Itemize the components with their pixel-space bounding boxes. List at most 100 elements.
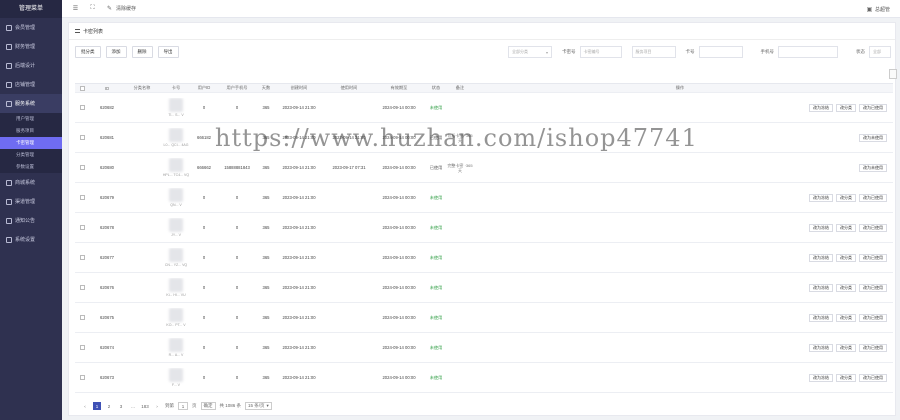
goto-page-input[interactable]: 1	[178, 402, 188, 410]
row-action-button[interactable]: 改为冻结	[809, 223, 833, 232]
sidebar-item-service[interactable]: 服务系统	[0, 94, 62, 113]
phone-input[interactable]	[778, 46, 838, 58]
row-action-button[interactable]: 改为已使用	[859, 313, 887, 322]
table-row: 620678 JY... V 0 0 365 2023-09-14 21:00 2024-0…	[75, 213, 893, 243]
row-action-button[interactable]: 改为已使用	[859, 283, 887, 292]
header-category: 分类名称	[133, 85, 151, 90]
row-action-button[interactable]: 改为未使用	[859, 163, 887, 172]
admin-menu[interactable]: ▣ 总超管	[866, 0, 890, 18]
mall-icon	[6, 179, 12, 186]
row-action-button[interactable]: 改为已使用	[859, 103, 887, 112]
row-checkbox[interactable]	[75, 345, 89, 350]
sidebar-item-store[interactable]: 店铺管理	[0, 75, 62, 94]
clear-cache-link[interactable]: 清除缓存	[116, 5, 136, 12]
row-action-button[interactable]: 改为已使用	[859, 193, 887, 202]
fullscreen-icon[interactable]: ⛶	[89, 5, 96, 12]
row-checkbox[interactable]	[75, 285, 89, 290]
cardno-input[interactable]	[698, 46, 743, 58]
page-2[interactable]: 2	[105, 402, 113, 410]
status-badge: 已使用	[429, 134, 443, 140]
goto-confirm-button[interactable]: 确定	[200, 402, 216, 410]
cell-id: 620682	[100, 105, 114, 110]
row-action-button[interactable]: 改为已使用	[859, 343, 887, 352]
sidebar-title: 管理菜单	[0, 0, 62, 18]
row-checkbox[interactable]	[75, 195, 89, 200]
row-checkbox[interactable]	[75, 165, 89, 170]
sidebar-item-design[interactable]: 后端设计	[0, 56, 62, 75]
header-expire[interactable]: 有效期至	[373, 85, 425, 91]
row-action-button[interactable]: 改为冻结	[809, 343, 833, 352]
cell-uid: 0	[202, 285, 206, 290]
row-checkbox[interactable]	[75, 225, 89, 230]
sidebar-subitem[interactable]: 卡密管理	[0, 137, 62, 149]
header-id[interactable]: ID	[89, 86, 125, 91]
batch-category-button[interactable]: 批分类	[75, 46, 101, 58]
page-size-select[interactable]: 15 条/页 ▾	[245, 402, 272, 410]
row-actions: 改为未使用	[473, 133, 893, 142]
row-checkbox[interactable]	[75, 375, 89, 380]
row-action-button[interactable]: 改为冻结	[809, 283, 833, 292]
sidebar-subitem[interactable]: 服务项目	[0, 125, 62, 137]
card-number: CN... YZ... VQ	[164, 263, 188, 267]
row-action-button[interactable]: 改分类	[836, 373, 856, 382]
row-action-button[interactable]: 改分类	[836, 103, 856, 112]
sidebar-item-wallet[interactable]: 财务管理	[0, 37, 62, 56]
row-action-button[interactable]: 改为已使用	[859, 373, 887, 382]
row-action-button[interactable]: 改分类	[836, 313, 856, 322]
row-action-button[interactable]: 改为未使用	[859, 133, 887, 142]
page-last[interactable]: 183	[141, 402, 149, 410]
row-action-button[interactable]: 改为冻结	[809, 313, 833, 322]
cell-used: 2023-09-14 21:00	[332, 135, 366, 140]
row-action-button[interactable]: 改为冻结	[809, 193, 833, 202]
row-action-button[interactable]: 改为已使用	[859, 223, 887, 232]
row-action-button[interactable]: 改分类	[836, 223, 856, 232]
column-toggle-icon[interactable]	[889, 69, 897, 79]
sidebar-item-settings[interactable]: 系统设置	[0, 230, 62, 249]
row-action-button[interactable]: 改分类	[836, 193, 856, 202]
cell-uid: 0	[202, 255, 206, 260]
row-action-button[interactable]: 改为冻结	[809, 373, 833, 382]
sidebar-item-label: 商城系统	[15, 180, 36, 186]
admin-name: 总超管	[874, 6, 890, 13]
cell-card: QN... V	[159, 188, 193, 207]
page-3[interactable]: 3	[117, 402, 125, 410]
export-button[interactable]: 导出	[157, 46, 179, 58]
cell-card: L0... QCI... 4AG	[159, 128, 193, 147]
header-created[interactable]: 创建时间	[273, 85, 325, 91]
prev-page-button[interactable]: ‹	[81, 402, 89, 410]
cell-card: R... A... V	[159, 338, 193, 357]
header-used[interactable]: 使用时间	[325, 85, 373, 91]
row-action-button[interactable]: 改为已使用	[859, 253, 887, 262]
cell-days: 365	[262, 255, 270, 260]
sidebar-item-label: 服务系统	[15, 101, 36, 107]
row-checkbox[interactable]	[75, 255, 89, 260]
sidebar-item-label: 财务管理	[15, 44, 36, 50]
project-input[interactable]: 服务项目	[631, 46, 676, 58]
menu-toggle-icon[interactable]: ☰	[72, 5, 79, 12]
row-checkbox[interactable]	[75, 315, 89, 320]
row-checkbox[interactable]	[75, 105, 89, 110]
status-select[interactable]: 全部	[869, 46, 891, 58]
next-page-button[interactable]: ›	[153, 402, 161, 410]
row-action-button[interactable]: 改分类	[836, 343, 856, 352]
row-checkbox[interactable]	[75, 135, 89, 140]
page-1[interactable]: 1	[93, 402, 101, 410]
add-button[interactable]: 添加	[105, 46, 127, 58]
row-action-button[interactable]: 改分类	[836, 253, 856, 262]
row-action-button[interactable]: 改为冻结	[809, 103, 833, 112]
sidebar-item-channel[interactable]: 渠道管理	[0, 192, 62, 211]
delete-button[interactable]: 删除	[131, 46, 153, 58]
sidebar-item-notice[interactable]: 通知公告	[0, 211, 62, 230]
row-action-button[interactable]: 改为冻结	[809, 253, 833, 262]
brush-icon[interactable]: ✎	[106, 5, 113, 12]
sidebar-item-mall[interactable]: 商城系统	[0, 173, 62, 192]
sidebar-item-user[interactable]: 会员管理	[0, 18, 62, 37]
select-all-checkbox[interactable]	[75, 85, 89, 91]
sidebar-subitem[interactable]: 用户管理	[0, 113, 62, 125]
status-badge: 未使用	[429, 224, 443, 230]
sidebar-subitem[interactable]: 参数设置	[0, 161, 62, 173]
row-action-button[interactable]: 改分类	[836, 283, 856, 292]
sidebar-subitem[interactable]: 分类管理	[0, 149, 62, 161]
card-input[interactable]: 卡密编号	[579, 46, 622, 58]
category-select[interactable]: 全部分类 ▾	[508, 46, 552, 58]
